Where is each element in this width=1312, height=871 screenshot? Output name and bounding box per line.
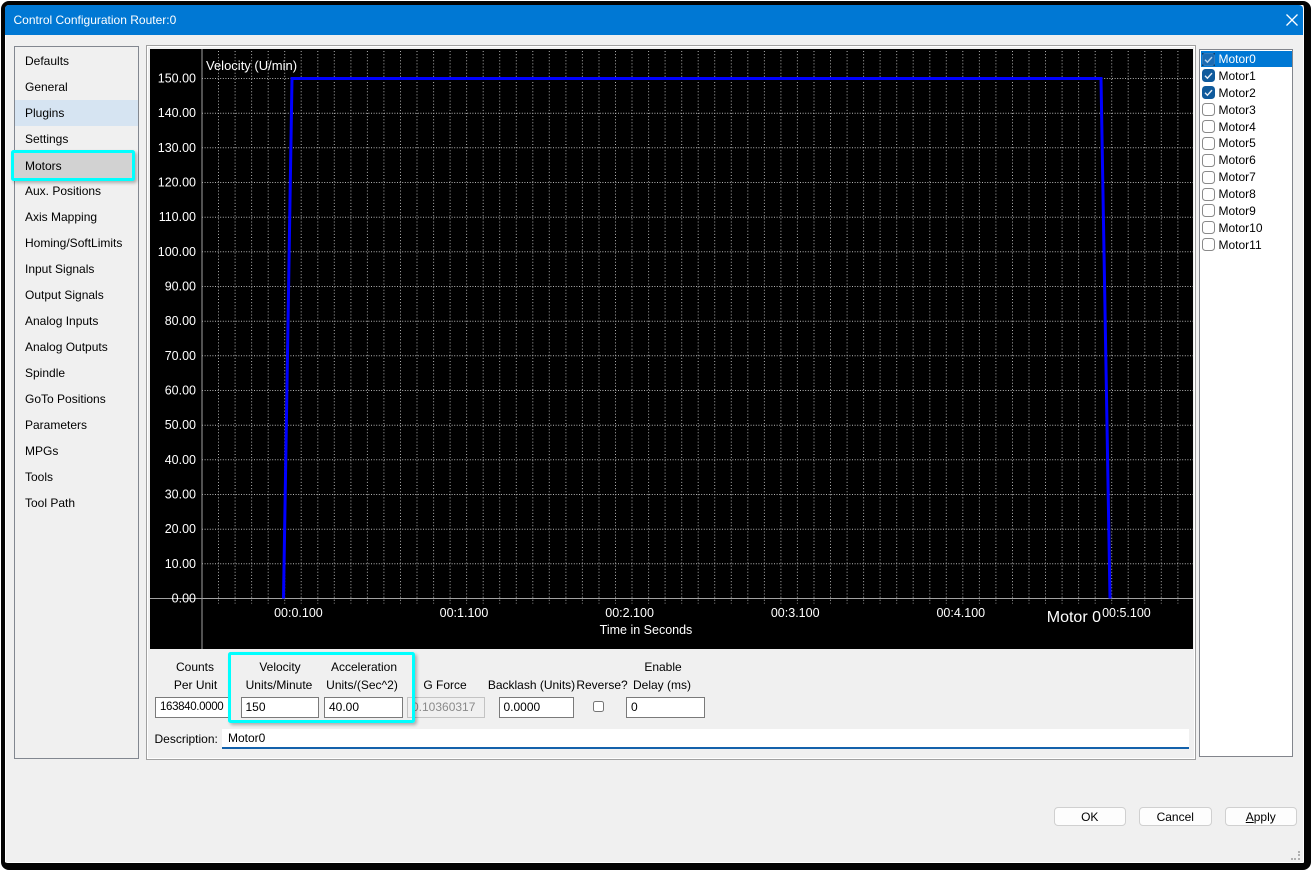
svg-text:00:1.100: 00:1.100	[440, 606, 489, 620]
svg-text:30.00: 30.00	[165, 488, 196, 502]
svg-text:40.00: 40.00	[165, 453, 196, 467]
svg-text:20.00: 20.00	[165, 522, 196, 536]
svg-text:10.00: 10.00	[165, 557, 196, 571]
svg-text:70.00: 70.00	[165, 349, 196, 363]
svg-text:110.00: 110.00	[159, 210, 196, 224]
svg-text:120.00: 120.00	[158, 176, 196, 190]
svg-text:00:2.100: 00:2.100	[605, 606, 654, 620]
svg-text:130.00: 130.00	[158, 141, 196, 155]
svg-text:00:4.100: 00:4.100	[936, 606, 985, 620]
svg-text:00:0.100: 00:0.100	[274, 606, 323, 620]
svg-text:00:5.100: 00:5.100	[1102, 606, 1151, 620]
svg-text:00:3.100: 00:3.100	[771, 606, 820, 620]
svg-text:60.00: 60.00	[165, 384, 196, 398]
svg-text:Motor 0: Motor 0	[1047, 609, 1101, 626]
svg-text:140.00: 140.00	[158, 106, 196, 120]
svg-text:Time in Seconds: Time in Seconds	[600, 623, 693, 637]
svg-text:100.00: 100.00	[158, 245, 196, 259]
svg-text:50.00: 50.00	[165, 418, 196, 432]
svg-text:80.00: 80.00	[165, 314, 196, 328]
svg-text:Velocity (U/min): Velocity (U/min)	[206, 58, 297, 73]
svg-text:150.00: 150.00	[158, 72, 196, 86]
svg-text:0.00: 0.00	[172, 592, 196, 606]
svg-text:90.00: 90.00	[165, 280, 196, 294]
